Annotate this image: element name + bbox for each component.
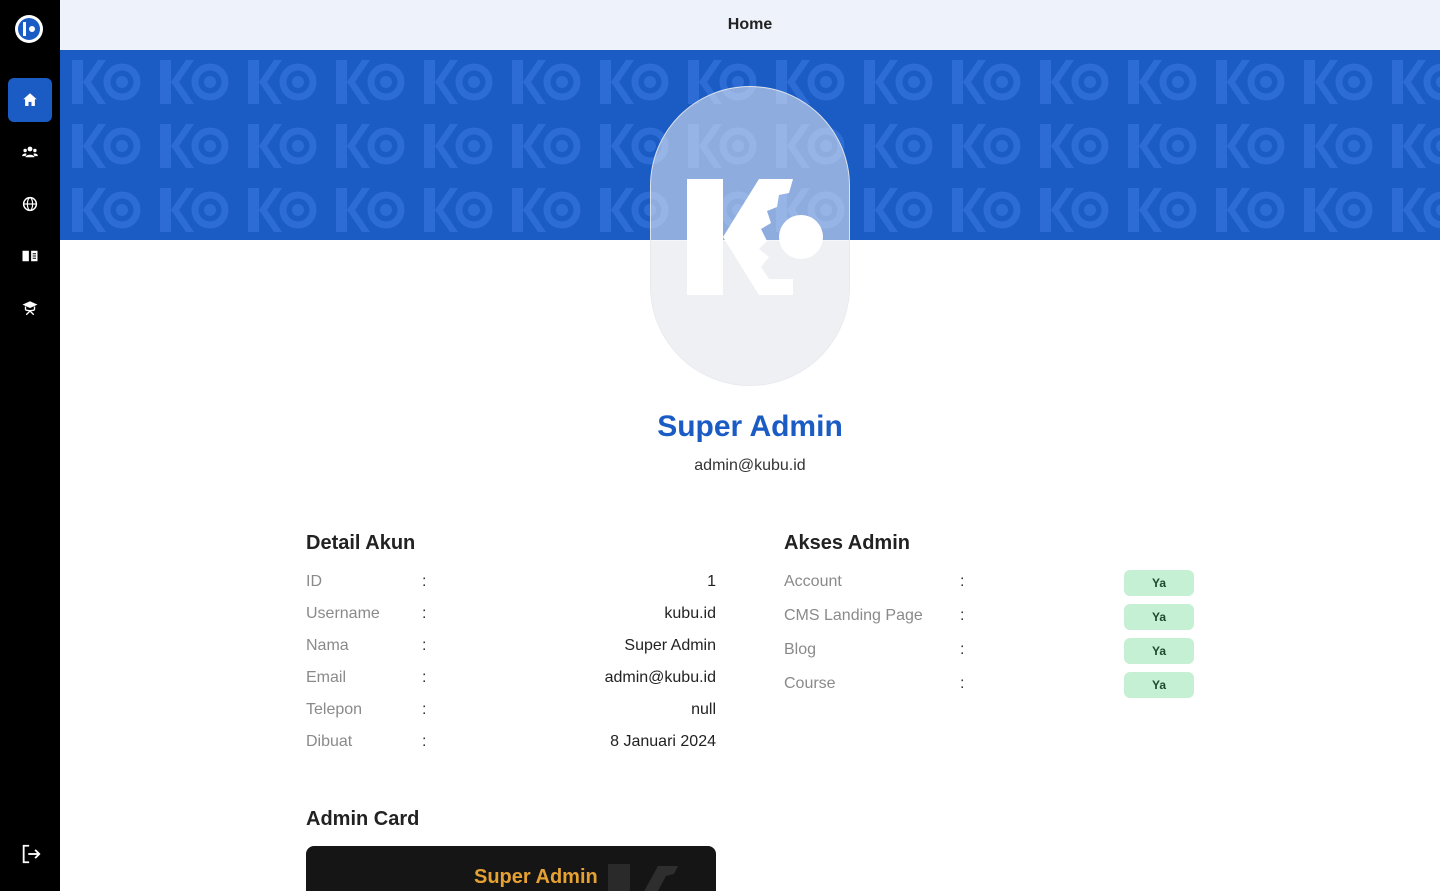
detail-label: Email	[306, 669, 347, 686]
app: Home Super Admin admin@kubu.id Detail Ak…	[0, 0, 1440, 891]
detail-value: Super Admin	[624, 637, 716, 654]
profile-email: admin@kubu.id	[694, 457, 806, 474]
page-title: Home	[727, 16, 773, 33]
admin-access-title: Akses Admin	[784, 532, 910, 554]
profile-name: Super Admin	[657, 410, 843, 443]
sidebar-item-cms[interactable]	[8, 182, 52, 226]
detail-value: 8 Januari 2024	[610, 733, 716, 750]
detail-row-email: Email : admin@kubu.id	[306, 669, 716, 693]
detail-separator: :	[422, 605, 427, 622]
access-separator: :	[960, 607, 965, 624]
access-separator: :	[960, 641, 965, 658]
sidebar-item-users[interactable]	[8, 130, 52, 174]
detail-separator: :	[422, 573, 427, 590]
admin-card-title: Admin Card	[306, 808, 420, 830]
access-label: Course	[784, 675, 836, 692]
detail-label: Username	[306, 605, 380, 622]
detail-separator: :	[422, 669, 427, 686]
home-icon	[23, 93, 37, 106]
access-row-blog: Blog : Ya	[784, 638, 1194, 664]
detail-separator: :	[422, 701, 427, 718]
admin-card-name: Super Admin	[474, 866, 598, 888]
users-icon	[22, 146, 38, 158]
access-badge: Ya	[1124, 638, 1194, 664]
access-label: Account	[784, 573, 842, 590]
account-details-title: Detail Akun	[306, 532, 416, 554]
top-bar: Home	[60, 0, 1440, 50]
admin-card-logo-mark	[608, 864, 678, 891]
detail-row-id: ID : 1	[306, 573, 716, 597]
book-icon	[22, 250, 38, 262]
access-badge: Ya	[1124, 570, 1194, 596]
admin-card: Super Admin	[306, 846, 716, 891]
detail-row-telepon: Telepon : null	[306, 701, 716, 725]
access-row-course: Course : Ya	[784, 672, 1194, 698]
access-separator: :	[960, 573, 965, 590]
detail-row-dibuat: Dibuat : 8 Januari 2024	[306, 733, 716, 757]
graduation-cap-icon	[22, 301, 38, 316]
access-row-account: Account : Ya	[784, 570, 1194, 596]
detail-row-username: Username : kubu.id	[306, 605, 716, 629]
profile-avatar	[650, 86, 850, 386]
access-badge: Ya	[1124, 672, 1194, 698]
kubu-logo[interactable]	[15, 15, 43, 43]
access-badge: Ya	[1124, 604, 1194, 630]
sidebar-item-course[interactable]	[8, 286, 52, 330]
kubu-logo-mark	[18, 18, 40, 40]
detail-value: kubu.id	[664, 605, 716, 622]
globe-icon	[22, 196, 38, 212]
access-label: CMS Landing Page	[784, 607, 923, 624]
detail-label: Nama	[306, 637, 349, 654]
detail-separator: :	[422, 733, 427, 750]
detail-label: Telepon	[306, 701, 363, 718]
sidebar	[0, 0, 60, 891]
access-separator: :	[960, 675, 965, 692]
detail-row-nama: Nama : Super Admin	[306, 637, 716, 661]
detail-label: Dibuat	[306, 733, 353, 750]
sidebar-item-blog[interactable]	[8, 234, 52, 278]
detail-value: null	[691, 701, 716, 718]
kubu-avatar-mark	[687, 179, 823, 295]
sidebar-item-home[interactable]	[8, 78, 52, 122]
access-label: Blog	[784, 641, 817, 658]
logout-icon[interactable]	[20, 843, 42, 865]
detail-separator: :	[422, 637, 427, 654]
detail-value: admin@kubu.id	[604, 669, 716, 686]
detail-label: ID	[306, 573, 322, 590]
access-row-cms: CMS Landing Page : Ya	[784, 604, 1194, 630]
detail-value: 1	[707, 573, 716, 590]
